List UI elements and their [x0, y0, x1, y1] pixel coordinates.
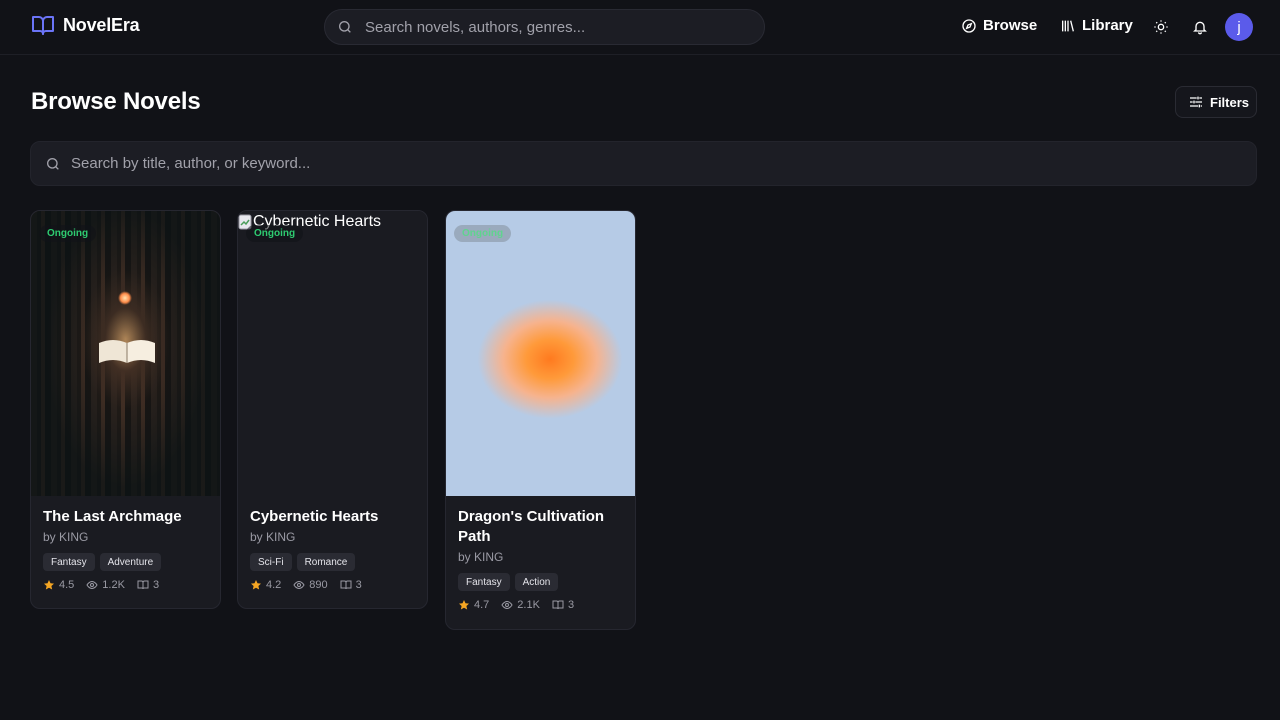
chapters-stat: 3	[340, 579, 362, 591]
novel-author: by KING	[458, 550, 504, 564]
novel-title: Dragon's Cultivation Path	[458, 508, 605, 545]
global-search-input[interactable]	[365, 10, 755, 44]
chapters-stat: 3	[137, 579, 159, 591]
views-stat: 1.2K	[86, 579, 125, 591]
rating-stat: 4.7	[458, 599, 489, 611]
nav-browse-label: Browse	[983, 17, 1038, 34]
search-icon	[47, 158, 59, 170]
user-avatar[interactable]: j	[1225, 13, 1253, 41]
search-icon	[339, 21, 351, 33]
rating-stat: 4.5	[43, 579, 74, 591]
open-book-illustration	[99, 340, 155, 363]
rating-value: 4.2	[266, 579, 282, 591]
star-icon	[459, 600, 469, 610]
star-icon	[251, 580, 261, 590]
genre-tags: Fantasy Adventure	[43, 553, 208, 571]
views-value: 1.2K	[102, 579, 125, 591]
page-title: Browse Novels	[31, 88, 201, 115]
lamp-light	[118, 291, 132, 305]
genre-tags: Fantasy Action	[458, 573, 623, 591]
novel-stats: 4.7 2.1K 3	[458, 599, 623, 611]
rating-stat: 4.2	[250, 579, 281, 591]
novel-cover-image: Ongoing	[31, 211, 220, 496]
chapters-value: 3	[355, 579, 362, 591]
bell-icon	[1193, 21, 1207, 35]
views-value: 2.1K	[517, 599, 540, 611]
novel-stats: 4.5 1.2K 3	[43, 579, 208, 591]
genre-tags: Sci-Fi Romance	[250, 553, 415, 571]
book-open-icon	[32, 16, 54, 35]
novel-title: The Last Archmage	[43, 508, 182, 525]
brand-name: NovelEra	[63, 14, 140, 35]
novel-card-body: The Last Archmage by KING Fantasy Advent…	[43, 507, 208, 591]
nav-browse[interactable]: Browse	[961, 17, 1037, 34]
chapters-value: 3	[152, 579, 160, 591]
genre-tag[interactable]: Adventure	[99, 553, 162, 571]
views-value: 890	[309, 579, 328, 591]
nav-library-label: Library	[1082, 17, 1133, 34]
novel-search-input[interactable]	[71, 142, 1241, 185]
brand-logo[interactable]: NovelEra	[31, 14, 140, 36]
novel-stats: 4.2 890 3	[250, 579, 415, 591]
book-icon	[552, 600, 564, 610]
status-badge: Ongoing	[39, 225, 97, 242]
views-stat: 890	[293, 579, 328, 591]
novel-card-body: Cybernetic Hearts by KING Sci-Fi Romance…	[250, 507, 415, 591]
novel-cover-image: Ongoing	[446, 211, 635, 496]
novel-author: by KING	[250, 530, 296, 544]
novel-title: Cybernetic Hearts	[250, 508, 379, 525]
genre-tag[interactable]: Action	[514, 573, 559, 591]
nav-library[interactable]: Library	[1060, 17, 1133, 34]
chapters-stat: 3	[552, 599, 574, 611]
novel-card[interactable]: Ongoing The Last Archmage by KING Fantas…	[30, 210, 221, 609]
notifications-button[interactable]	[1190, 17, 1210, 37]
chapters-value: 3	[567, 599, 575, 611]
rating-value: 4.5	[59, 579, 75, 591]
novel-card[interactable]: Cybernetic Hearts Ongoing Cybernetic Hea…	[237, 210, 428, 609]
sun-icon	[1154, 20, 1168, 34]
novel-search	[30, 141, 1257, 186]
genre-tag[interactable]: Fantasy	[43, 553, 95, 571]
book-icon	[137, 580, 149, 590]
genre-tag[interactable]: Fantasy	[458, 573, 510, 591]
compass-icon	[962, 18, 976, 33]
star-icon	[44, 580, 54, 590]
novel-card[interactable]: Ongoing Dragon's Cultivation Path by KIN…	[445, 210, 636, 630]
novel-card-body: Dragon's Cultivation Path by KING Fantas…	[458, 507, 623, 611]
eye-icon	[293, 580, 305, 590]
status-badge: Ongoing	[454, 225, 512, 242]
sliders-icon	[1190, 96, 1202, 108]
eye-icon	[86, 580, 98, 590]
eye-icon	[501, 600, 513, 610]
book-icon	[340, 580, 352, 590]
global-search	[324, 9, 765, 45]
novel-cover-image: Cybernetic Hearts Ongoing	[238, 211, 427, 496]
genre-tag[interactable]: Romance	[296, 553, 356, 571]
theme-toggle-button[interactable]	[1151, 17, 1171, 37]
genre-tag[interactable]: Sci-Fi	[250, 553, 292, 571]
rating-value: 4.7	[474, 599, 490, 611]
filters-label: Filters	[1210, 94, 1250, 110]
filters-button[interactable]: Filters	[1175, 86, 1257, 118]
library-icon	[1062, 20, 1074, 31]
top-navbar: NovelEra Browse Library j	[0, 0, 1280, 55]
novel-author: by KING	[43, 530, 89, 544]
status-badge: Ongoing	[246, 225, 304, 242]
views-stat: 2.1K	[501, 599, 540, 611]
